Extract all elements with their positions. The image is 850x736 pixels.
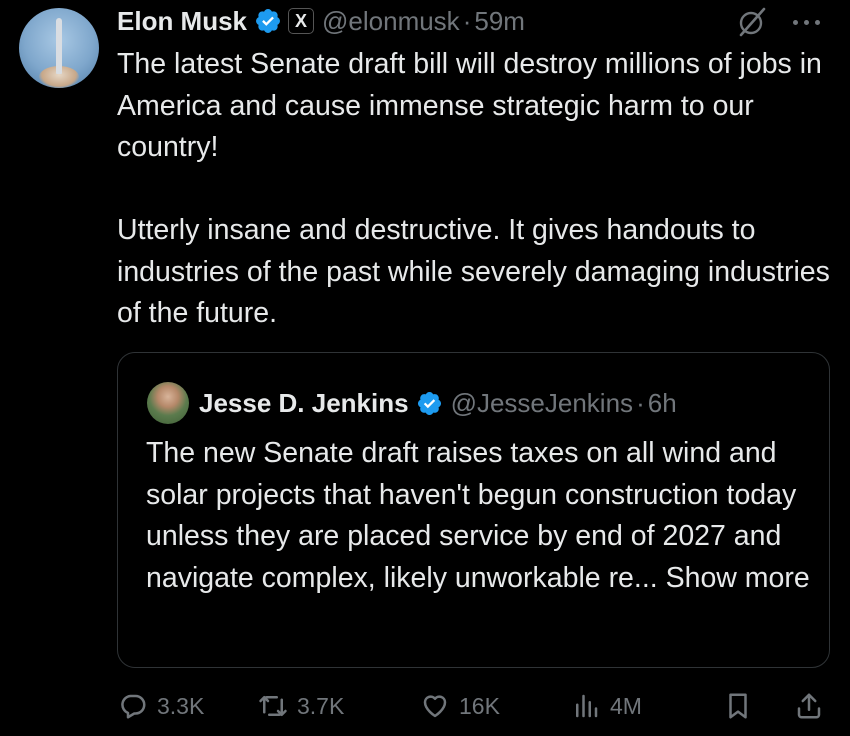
tweet-paragraph-1: The latest Senate draft bill will destro… [117,48,822,163]
like-button[interactable]: 16K [420,684,500,728]
share-button[interactable] [794,684,824,728]
views-chart-icon [576,694,598,718]
reply-count: 3.3K [157,692,205,719]
tweet-paragraph-2: Utterly insane and destructive. It gives… [117,214,830,329]
bookmark-icon [729,693,747,719]
quoted-author-handle[interactable]: @JesseJenkins [451,388,633,419]
share-icon [797,693,821,719]
action-bar: 3.3K 3.7K 16K 4M [0,684,850,728]
reply-icon [121,694,146,719]
quoted-header: Jesse D. Jenkins @JesseJenkins · 6h [199,383,677,423]
quoted-author-name[interactable]: Jesse D. Jenkins [199,388,409,419]
views-button[interactable]: 4M [571,684,642,728]
views-count: 4M [610,692,642,719]
quoted-author-avatar[interactable] [147,382,189,424]
heart-icon [423,695,447,718]
verified-badge-icon [256,9,280,33]
more-options-icon[interactable] [793,12,829,32]
tweet-text: The latest Senate draft bill will destro… [117,44,837,335]
show-more-link[interactable]: Show more [666,562,810,594]
verified-badge-icon [417,391,441,415]
reply-button[interactable]: 3.3K [118,684,204,728]
author-name[interactable]: Elon Musk [117,6,247,37]
tweet-time[interactable]: 59m [474,6,525,37]
author-avatar[interactable] [19,8,99,88]
author-handle[interactable]: @elonmusk [322,6,460,37]
repost-button[interactable]: 3.7K [258,684,344,728]
like-count: 16K [459,692,500,719]
repost-count: 3.7K [297,692,345,719]
quoted-tweet[interactable]: Jesse D. Jenkins @JesseJenkins · 6h The … [117,352,830,668]
grok-icon[interactable] [736,6,768,38]
tweet-header: Elon Musk X @elonmusk · 59m [117,4,525,38]
bookmark-button[interactable] [723,684,753,728]
avatar-rocket [56,18,62,74]
quoted-tweet-text: The new Senate draft raises taxes on all… [146,433,816,599]
quoted-tweet-time[interactable]: 6h [648,388,677,419]
repost-icon [259,696,287,716]
quoted-header-separator: · [636,387,645,418]
x-affiliate-badge[interactable]: X [288,8,315,34]
header-separator: · [462,5,472,36]
